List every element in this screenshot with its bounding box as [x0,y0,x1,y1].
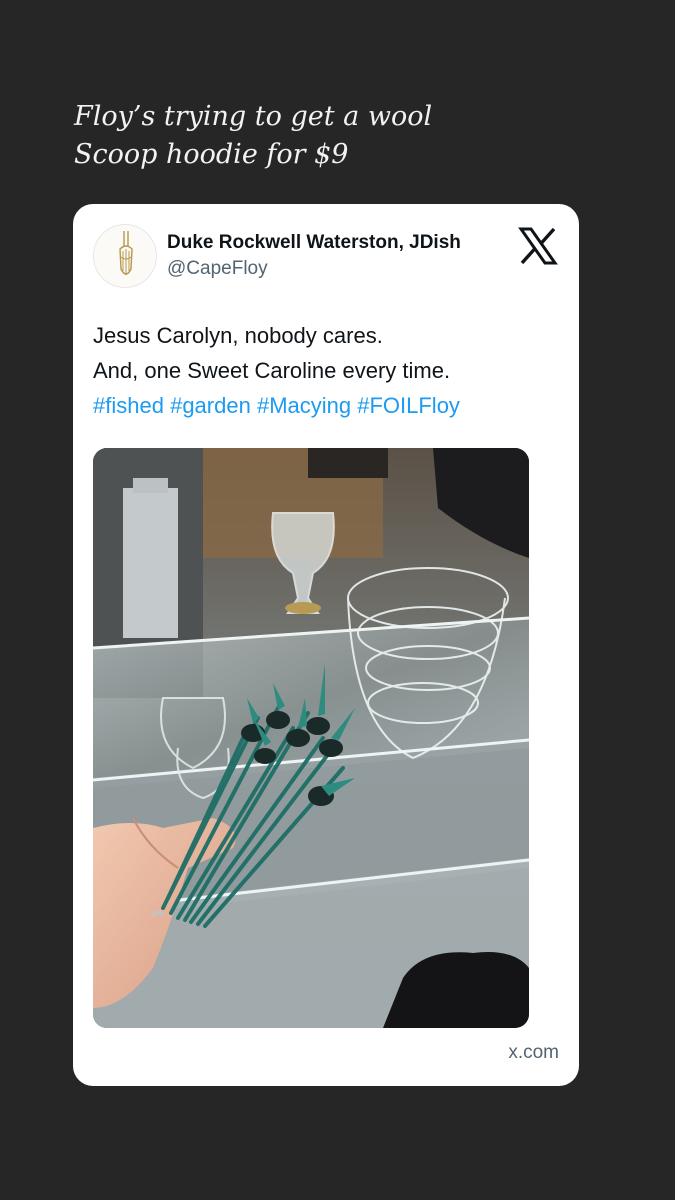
whisk-logo-icon [94,225,156,287]
source-link[interactable]: x.com [508,1042,559,1064]
post-text-line-1: Jesus Carolyn, nobody cares. [93,323,383,348]
caption-line-2: Scoop hoodie for $9 [74,139,349,170]
author-handle[interactable]: @CapeFloy [167,258,268,280]
caption-line-1: Floy’s trying to get a wool [74,101,433,132]
x-logo-icon[interactable] [518,226,558,266]
post-photo[interactable] [93,448,529,1028]
story-caption: Floy’s trying to get a wool Scoop hoodie… [74,98,594,174]
post-text-line-2: And, one Sweet Caroline every time. [93,358,451,383]
post-text: Jesus Carolyn, nobody cares. And, one Sw… [93,318,563,423]
hashtag-link[interactable]: #garden [170,393,251,418]
story-canvas: Floy’s trying to get a wool Scoop hoodie… [0,0,675,1200]
hashtag-link[interactable]: #Macying [257,393,351,418]
author-name[interactable]: Duke Rockwell Waterston, JDish [167,232,461,254]
glass-shelf-photo [93,448,529,1028]
hashtag-link[interactable]: #fished [93,393,164,418]
hashtag-list: #fished #garden #Macying #FOILFloy [93,388,563,423]
hashtag-link[interactable]: #FOILFloy [357,393,460,418]
avatar[interactable] [93,224,157,288]
embedded-post-card[interactable]: Duke Rockwell Waterston, JDish @CapeFloy… [73,204,579,1086]
